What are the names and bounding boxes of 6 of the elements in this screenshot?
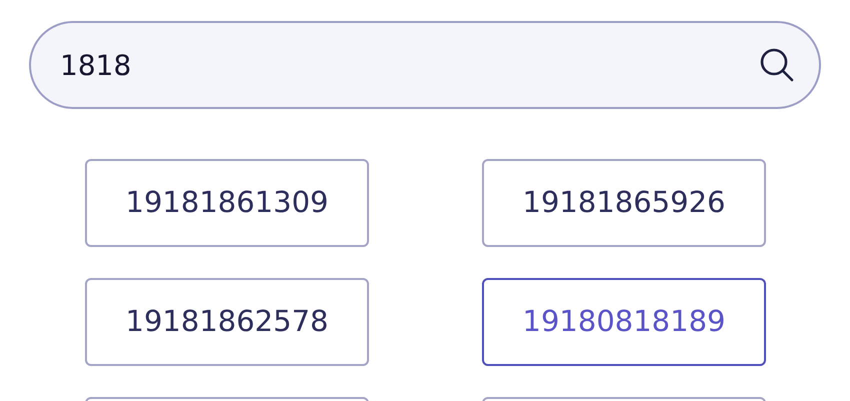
search-field[interactable]: 1818 bbox=[29, 21, 821, 109]
number-option[interactable]: 19181862578 bbox=[85, 278, 369, 366]
search-icon[interactable] bbox=[759, 47, 795, 83]
number-option[interactable]: 19181861309 bbox=[85, 159, 369, 247]
number-option[interactable]: 19180818189 bbox=[482, 278, 766, 366]
number-option[interactable]: 19181865926 bbox=[482, 159, 766, 247]
